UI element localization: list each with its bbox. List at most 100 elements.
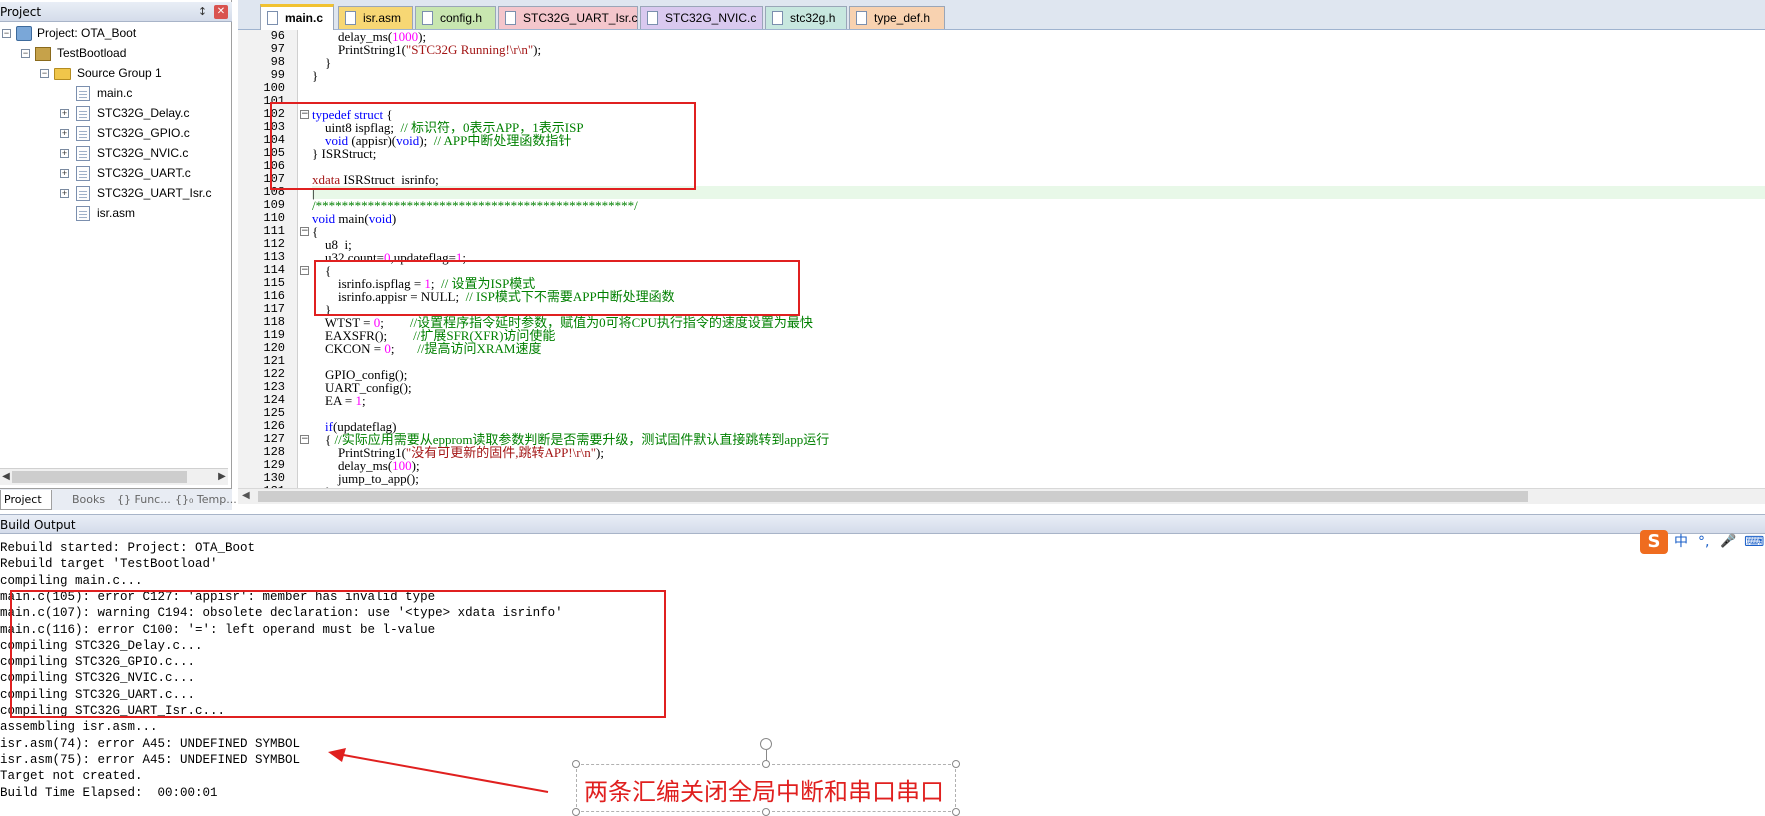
tree-item-label: STC32G_NVIC.c [97, 146, 189, 160]
tree-item-file[interactable]: + STC32G_UART_Isr.c [0, 184, 230, 203]
project-panel-title: Project [0, 5, 42, 19]
build-output-line: Rebuild target 'TestBootload' [0, 557, 218, 572]
code-line[interactable]: EA = 1; [312, 394, 366, 407]
resize-handle[interactable] [762, 760, 770, 768]
code-line[interactable]: PrintString1("STC32G Running!\r\n"); [312, 43, 541, 56]
annotation-text: 两条汇编关闭全局中断和串口串口 [584, 778, 944, 806]
collapse-icon[interactable]: − [21, 49, 30, 58]
tab-isr-asm[interactable]: isr.asm [338, 6, 413, 29]
resize-handle[interactable] [952, 760, 960, 768]
tab-stc32g-nvic-c[interactable]: STC32G_NVIC.c [640, 6, 763, 29]
code-editor: main.c isr.asm config.h STC32G_UART_Isr.… [238, 0, 1765, 510]
tab-type-def-h[interactable]: type_def.h [849, 6, 945, 29]
file-icon [856, 11, 867, 25]
tree-item-target[interactable]: − TestBootload [0, 44, 230, 63]
tree-item-label: main.c [97, 86, 133, 100]
expand-icon[interactable]: + [60, 129, 69, 138]
tree-item-label: STC32G_UART_Isr.c [97, 186, 212, 200]
file-icon [76, 206, 90, 221]
tree-item-label: isr.asm [97, 206, 136, 220]
tab-functions[interactable]: {} Func... [114, 490, 171, 510]
fold-icon[interactable]: − [300, 227, 309, 236]
tree-item-project[interactable]: − Project: OTA_Boot [0, 24, 230, 43]
line-number-gutter: 96 97 98 99 100 101 102 103 104 105 106 107 108 109 11… [238, 30, 298, 488]
expand-icon[interactable]: + [60, 109, 69, 118]
build-output-line: Build Time Elapsed: 00:00:01 [0, 785, 218, 800]
tree-item-file[interactable]: + STC32G_UART.c [0, 164, 230, 183]
file-icon [76, 86, 90, 101]
build-output-line: compiling main.c... [0, 573, 143, 588]
build-output-line: Target not created. [0, 769, 143, 784]
scroll-right-icon[interactable]: ▶ [217, 470, 227, 484]
fold-icon[interactable]: − [300, 435, 309, 444]
resize-handle[interactable] [572, 808, 580, 816]
build-output-line: assembling isr.asm... [0, 720, 158, 735]
annotation-arrow [328, 748, 549, 793]
tree-item-file[interactable]: isr.asm [0, 204, 230, 223]
project-horizontal-scrollbar[interactable]: ◀ ▶ [0, 468, 228, 485]
scrollbar-thumb[interactable] [258, 491, 1528, 502]
pin-icon[interactable]: ↕ [195, 4, 210, 19]
build-output-title: Build Output [0, 518, 76, 532]
tree-item-source-group[interactable]: − Source Group 1 [0, 64, 230, 83]
tab-books[interactable]: Books [56, 490, 108, 510]
microphone-icon[interactable]: 🎤 [1720, 533, 1736, 551]
rotate-handle[interactable] [760, 738, 772, 750]
file-icon [647, 11, 658, 25]
tree-item-label: Source Group 1 [77, 66, 162, 80]
file-icon [76, 126, 90, 141]
editor-horizontal-scrollbar[interactable]: ◀ [238, 488, 1765, 504]
tab-label: STC32G_NVIC.c [665, 11, 757, 25]
build-output-line: isr.asm(75): error A45: UNDEFINED SYMBOL [0, 752, 301, 767]
expand-icon[interactable]: + [60, 189, 69, 198]
ime-punctuation-icon[interactable]: °, [1698, 533, 1709, 551]
tree-item-file[interactable]: + STC32G_NVIC.c [0, 144, 230, 163]
sogou-logo-icon[interactable]: S [1640, 530, 1668, 554]
resize-handle[interactable] [952, 808, 960, 816]
file-icon [772, 11, 783, 25]
scroll-left-icon[interactable]: ◀ [1, 470, 11, 484]
tree-item-label: STC32G_UART.c [97, 166, 191, 180]
tree-item-label: Project: OTA_Boot [37, 26, 137, 40]
tree-item-label: STC32G_GPIO.c [97, 126, 190, 140]
tree-item-label: STC32G_Delay.c [97, 106, 190, 120]
tab-templates[interactable]: {}₀ Temp... [172, 490, 237, 510]
fold-icon[interactable]: − [300, 266, 309, 275]
build-output-titlebar: Build Output [0, 514, 1765, 534]
resize-handle[interactable] [572, 760, 580, 768]
expand-icon[interactable]: + [60, 149, 69, 158]
tree-item-label: TestBootload [57, 46, 127, 60]
code-line[interactable]: } [312, 69, 318, 82]
ime-chinese-mode[interactable]: 中 [1674, 533, 1688, 551]
tab-config-h[interactable]: config.h [415, 6, 496, 29]
tab-label: isr.asm [363, 11, 402, 25]
collapse-icon[interactable]: − [40, 69, 49, 78]
tree-item-file[interactable]: main.c [0, 84, 230, 103]
code-line[interactable]: void main(void) [312, 212, 396, 225]
ime-toolbar[interactable]: S 中 °, 🎤 ⌨ [1640, 530, 1765, 554]
collapse-icon[interactable]: − [2, 29, 11, 38]
tab-label: type_def.h [874, 11, 931, 25]
keyboard-icon[interactable]: ⌨ [1744, 533, 1764, 551]
code-area[interactable]: 96 97 98 99 100 101 102 103 104 105 106 107 108 109 11… [238, 30, 1765, 488]
scrollbar-thumb[interactable] [12, 471, 187, 483]
code-line[interactable]: CKCON = 0; //提高访问XRAM速度 [312, 342, 541, 355]
file-icon [76, 146, 90, 161]
tab-stc32g-uart-isr-c[interactable]: STC32G_UART_Isr.c [498, 6, 638, 29]
tab-main-c[interactable]: main.c [260, 4, 334, 30]
error-highlight-box [314, 260, 800, 316]
close-icon[interactable]: ✕ [214, 5, 228, 19]
resize-handle[interactable] [762, 808, 770, 816]
file-icon [505, 11, 516, 25]
project-panel-titlebar: Project ↕ ✕ [0, 2, 232, 22]
file-icon [76, 166, 90, 181]
tab-project[interactable]: Project [0, 490, 52, 510]
tab-label: stc32g.h [790, 11, 836, 25]
tree-item-file[interactable]: + STC32G_GPIO.c [0, 124, 230, 143]
expand-icon[interactable]: + [60, 169, 69, 178]
error-highlight-box [10, 590, 666, 718]
tab-label: main.c [285, 11, 324, 25]
tab-stc32g-h[interactable]: stc32g.h [765, 6, 847, 29]
tree-item-file[interactable]: + STC32G_Delay.c [0, 104, 230, 123]
scroll-left-icon[interactable]: ◀ [242, 490, 250, 501]
